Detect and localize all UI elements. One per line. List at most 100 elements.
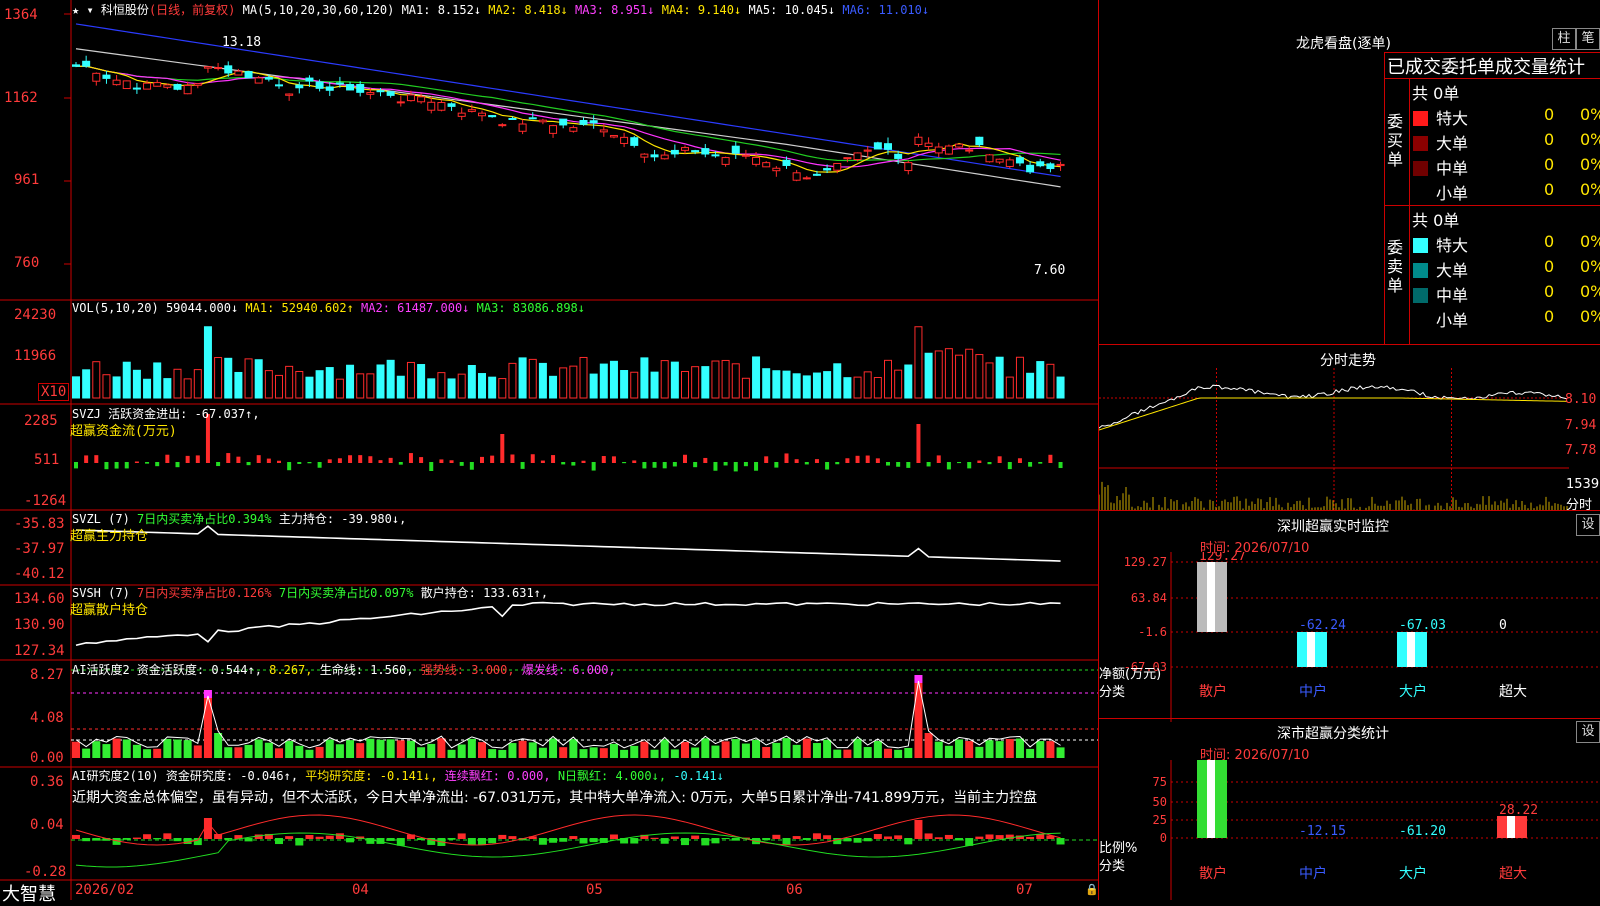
fundflow-bar — [825, 462, 830, 470]
volume-bar — [640, 357, 649, 399]
activity-bar — [508, 743, 517, 758]
price-low-note: 7.60 — [1034, 263, 1066, 278]
fundflow-bar — [754, 462, 759, 471]
ai-research-label: AI研究度2(10) — [72, 769, 159, 783]
fundflow-bar — [155, 462, 160, 467]
activity-bar — [173, 739, 182, 758]
order-class: 小单 — [1436, 184, 1469, 203]
research-bar — [670, 836, 679, 839]
volume-bar — [498, 378, 507, 399]
candle — [315, 81, 324, 89]
fundflow-bar — [337, 458, 342, 463]
activity-bar — [924, 733, 933, 758]
candle — [376, 90, 385, 93]
research-bar — [457, 833, 466, 839]
fundflow-bar — [480, 456, 484, 463]
fundflow-bar — [561, 462, 566, 465]
research-bar — [285, 836, 294, 839]
volume-bar — [467, 365, 476, 399]
activity-bar — [620, 749, 629, 758]
candle — [934, 146, 943, 154]
ai-research-e: -0.141↓ — [673, 769, 724, 783]
fundflow-bar — [439, 459, 444, 463]
activity-bar — [315, 746, 324, 758]
order-class: 中单 — [1436, 159, 1469, 178]
svzj-tick: 2285 — [24, 413, 58, 429]
x-axis-label: 分类 — [1099, 685, 1125, 700]
order-count: 0 — [1544, 130, 1555, 149]
fundflow-bar — [84, 455, 89, 463]
research-bar — [944, 834, 953, 839]
order-count: 0 — [1544, 257, 1555, 276]
bar-value: -61.20 — [1399, 824, 1446, 839]
activity-bar — [72, 741, 80, 758]
volume-bar — [1056, 376, 1065, 399]
activity-bar — [650, 749, 659, 758]
fundflow-bar — [459, 462, 464, 466]
candle — [630, 137, 639, 146]
monitor-settings-button[interactable]: 设 — [1576, 514, 1600, 536]
ma5-line — [75, 48, 1061, 188]
ai-burst-line: 爆发线: 6.000, — [521, 663, 616, 677]
volume-bar — [812, 372, 821, 399]
kline-chart-area[interactable] — [0, 0, 1098, 900]
ma4-line — [75, 65, 1061, 173]
candle — [285, 93, 294, 96]
candle — [396, 101, 405, 104]
color-swatch — [1413, 288, 1428, 303]
fundflow-bar — [652, 462, 657, 468]
class-settings-button[interactable]: 设 — [1576, 721, 1600, 743]
vol-ma3: MA3: 83086.898↓ — [476, 301, 586, 315]
volume-bar — [650, 371, 659, 399]
activity-bar — [254, 739, 263, 758]
fundflow-bar — [500, 434, 505, 463]
candle — [1005, 159, 1014, 167]
fundflow-bar — [672, 462, 677, 467]
candle — [82, 60, 91, 67]
lock-icon[interactable]: 🔒 — [1085, 883, 1099, 896]
volume-bar — [681, 370, 689, 399]
volume-bar — [823, 371, 832, 399]
activity-bar — [741, 743, 750, 758]
volume-bar — [884, 359, 892, 399]
fundflow-bar — [246, 462, 251, 466]
volume-bar — [741, 377, 750, 399]
order-class: 特大 — [1436, 236, 1469, 255]
bar-view-button[interactable]: 柱 — [1552, 28, 1576, 50]
volume-bar — [285, 365, 294, 399]
volume-bar — [254, 359, 263, 399]
dragon-title: 龙虎看盘(逐单) — [1296, 36, 1391, 52]
candle — [660, 154, 669, 160]
bar-value: 0 — [1499, 618, 1507, 633]
research-avg-line — [75, 832, 1061, 868]
fundflow-bar — [114, 462, 119, 469]
activity-bar — [305, 749, 314, 758]
activity-bar — [589, 747, 598, 758]
activity-bar — [721, 741, 730, 758]
volume-bar — [295, 370, 304, 399]
research-bar — [711, 838, 720, 844]
intraday-chart[interactable] — [1099, 368, 1569, 510]
ai-research-ndays: N日飘红: 4.000↓, — [557, 769, 667, 783]
volume-bar — [924, 352, 933, 399]
fundflow-bar — [145, 462, 150, 464]
fundflow-bar — [936, 455, 941, 463]
candle — [782, 159, 791, 166]
fundflow-bar — [906, 462, 911, 468]
volume-bar — [234, 371, 243, 399]
candle — [163, 84, 172, 88]
activity-bar — [843, 749, 852, 758]
star-icon[interactable]: ★ ▾ — [72, 3, 94, 17]
fundflow-bar — [743, 462, 748, 467]
ma4-value: MA4: 9.140↓ — [661, 3, 742, 17]
fundflow-bar — [764, 456, 769, 463]
svsh-hold: 散户持仓: 133.631↑, — [420, 586, 549, 600]
candle — [1026, 164, 1035, 173]
svzl-sub: 超赢主力持仓 — [70, 529, 149, 544]
activity-bar — [386, 739, 395, 758]
volume-bar — [132, 369, 141, 399]
category-label: 超大 — [1499, 684, 1527, 700]
volume-bar — [427, 378, 436, 399]
pen-view-button[interactable]: 笔 — [1576, 28, 1600, 50]
svsh-ratio-a: 7日内买卖净占比0.126% — [137, 586, 272, 600]
